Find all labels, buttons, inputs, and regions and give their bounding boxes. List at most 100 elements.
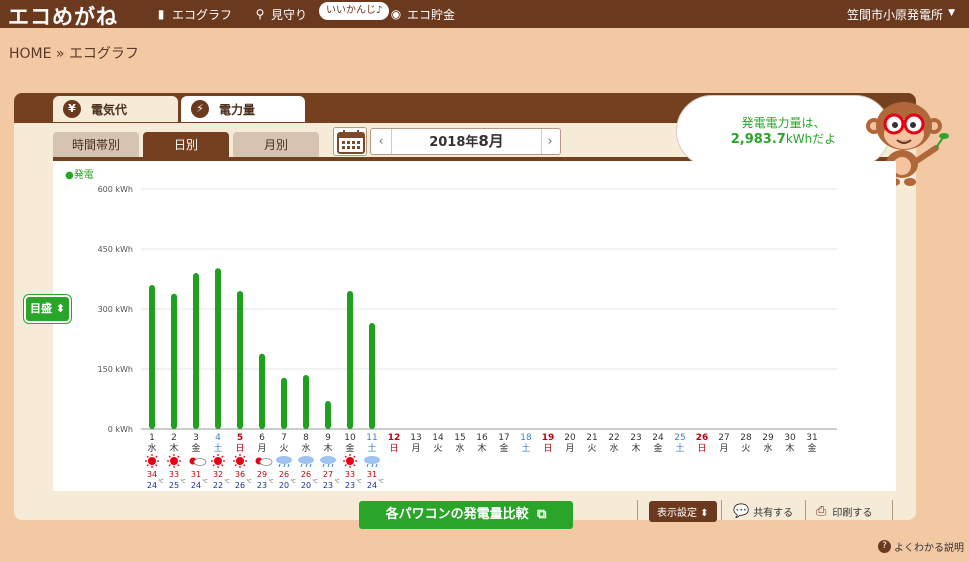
x-tick-day: 15 <box>454 433 465 443</box>
temp-low: 23 <box>345 481 355 490</box>
sun-ray <box>344 455 347 458</box>
temp-unit: ℃ <box>290 479 296 485</box>
help-link[interactable]: ? よくわかる説明 <box>878 539 964 554</box>
temp-high: 26 <box>279 470 289 479</box>
print-button[interactable]: ⎙ 印刷する <box>816 500 872 522</box>
x-tick-day: 16 <box>476 433 488 443</box>
temp-unit: ℃ <box>224 479 230 485</box>
nav-mimamori[interactable]: ⚲ 見守り <box>252 4 307 24</box>
x-tick-weekday: 土 <box>675 442 684 454</box>
temp-unit: ℃ <box>312 479 318 485</box>
x-tick-day: 22 <box>608 433 619 443</box>
sun-ray <box>221 455 224 458</box>
x-tick-day: 19 <box>542 433 555 443</box>
rain-icon <box>305 463 308 468</box>
sun-ray <box>177 464 180 467</box>
temp-high: 31 <box>191 470 201 479</box>
x-tick-weekday: 水 <box>763 442 772 454</box>
temp-high: 29 <box>257 470 267 479</box>
sun-ray <box>177 455 180 458</box>
sun-ray <box>212 455 215 458</box>
sun-ray <box>234 455 237 458</box>
tab-electricity-amount[interactable]: ⚡ 電力量 <box>181 96 305 122</box>
nav-eco-savings[interactable]: ◉ エコ貯金 <box>388 4 455 24</box>
x-tick-weekday: 金 <box>807 442 816 454</box>
temp-high: 32 <box>213 470 223 479</box>
rain-icon <box>366 463 369 468</box>
cloud-icon <box>320 456 336 464</box>
temp-high: 33 <box>345 470 355 479</box>
compare-pcs-button[interactable]: 各パワコンの発電量比較 ⧉ <box>359 501 573 529</box>
temp-unit: ℃ <box>268 479 274 485</box>
x-tick-weekday: 月 <box>719 443 728 454</box>
tab-daily[interactable]: 日別 <box>143 132 229 158</box>
x-tick-day: 30 <box>784 433 796 443</box>
x-tick-weekday: 木 <box>631 442 640 454</box>
temp-low: 25 <box>169 481 179 490</box>
nav-eco-graph[interactable]: ▮ エコグラフ <box>153 4 232 24</box>
sun-ray <box>243 464 246 467</box>
scale-button[interactable]: 目盛 ⬍ <box>24 295 71 323</box>
rain-icon <box>375 463 378 468</box>
external-link-icon: ⧉ <box>537 507 547 522</box>
tab-monthly[interactable]: 月別 <box>233 132 319 158</box>
divider <box>892 500 893 520</box>
next-month-button[interactable]: › <box>540 129 560 154</box>
speech-bubble: 発電電力量は、 2,983.7kWhだよ <box>676 95 891 167</box>
sun-icon <box>148 457 156 465</box>
status-bubble: いいかんじ♪ <box>319 2 390 20</box>
chevron-down-icon[interactable]: ▼ <box>948 8 955 18</box>
y-tick-label: 300 kWh <box>98 305 133 314</box>
x-tick-weekday: 火 <box>433 443 442 454</box>
x-tick-day: 3 <box>193 433 199 443</box>
x-tick-day: 9 <box>325 433 331 443</box>
sun-ray <box>221 464 224 467</box>
prev-month-button[interactable]: ‹ <box>371 129 391 154</box>
calendar-icon <box>337 130 365 154</box>
app-logo[interactable]: エコめがね <box>8 1 118 31</box>
cloud-icon <box>259 458 273 466</box>
sun-ray <box>146 464 149 467</box>
x-tick-weekday: 月 <box>411 443 420 454</box>
sun-icon <box>236 457 244 465</box>
x-tick-day: 10 <box>344 433 356 443</box>
x-tick-weekday: 日 <box>543 443 552 454</box>
temp-unit: ℃ <box>202 479 208 485</box>
x-tick-weekday: 木 <box>477 442 486 454</box>
bar-day-4 <box>215 268 221 429</box>
sun-ray <box>155 464 158 467</box>
x-tick-weekday: 木 <box>323 442 332 454</box>
rain-icon <box>278 463 281 468</box>
divider <box>721 500 722 520</box>
cloud-icon <box>364 456 380 464</box>
bar-day-8 <box>303 375 309 429</box>
plant-selector[interactable]: 笠間市小原発電所 <box>847 6 943 23</box>
temp-unit: ℃ <box>378 479 384 485</box>
x-tick-day: 21 <box>586 433 597 443</box>
rain-icon <box>300 463 303 468</box>
x-tick-weekday: 火 <box>741 443 750 454</box>
temp-low: 24 <box>191 481 201 490</box>
sun-ray <box>168 455 171 458</box>
x-tick-weekday: 土 <box>367 442 376 454</box>
temp-unit: ℃ <box>246 479 252 485</box>
display-settings-button[interactable]: 表示設定 ⬍ <box>649 500 717 522</box>
x-tick-weekday: 金 <box>653 442 662 454</box>
share-button[interactable]: 💬 共有する <box>733 500 793 522</box>
x-tick-day: 27 <box>718 433 729 443</box>
tab-hourly[interactable]: 時間帯別 <box>53 132 139 158</box>
temp-unit: ℃ <box>158 479 164 485</box>
temp-low: 22 <box>213 481 223 490</box>
calendar-button[interactable] <box>333 127 367 156</box>
temp-low: 23 <box>323 481 333 490</box>
rain-icon <box>283 463 286 468</box>
tab-electricity-cost[interactable]: ¥ 電気代 <box>53 96 178 122</box>
cloud-icon <box>298 456 314 464</box>
yen-icon: ¥ <box>63 100 81 118</box>
printer-icon: ⎙ <box>816 503 827 519</box>
x-tick-day: 5 <box>237 433 243 443</box>
temp-high: 36 <box>235 470 245 479</box>
temp-low: 24 <box>367 481 377 490</box>
temp-low: 20 <box>279 481 289 490</box>
sun-ray <box>353 464 356 467</box>
